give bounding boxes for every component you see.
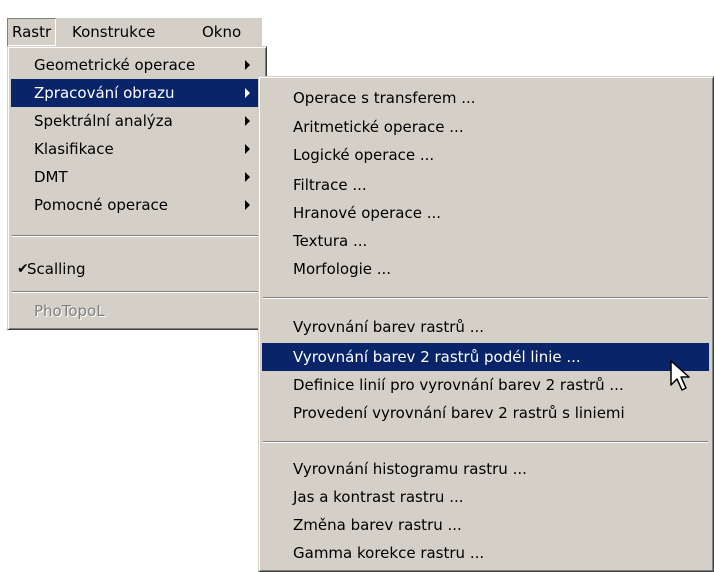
menu-item-label: Vyrovnání barev rastrů ... (293, 318, 484, 336)
submenu-arrow-icon (245, 144, 250, 154)
menu-separator (12, 291, 262, 293)
submenu-arrow-icon (245, 88, 250, 98)
menu-item-label: Morfologie ... (293, 260, 392, 278)
submenu-item-vyrovnani-histogramu[interactable]: Vyrovnání histogramu rastru ... (262, 455, 709, 483)
menu-item-label: Vyrovnání histogramu rastru ... (293, 460, 527, 478)
menu-item-label: Vyrovnání barev 2 rastrů podél linie ... (293, 348, 581, 366)
menu-item-photopol: PhoTopoL (11, 297, 263, 325)
menu-item-label: Logické operace ... (293, 146, 435, 164)
menu-bar: Rastr Konstrukce Okno (7, 18, 262, 46)
menu-item-label: Geometrické operace (34, 56, 196, 74)
menu-item-zpracovani-obrazu[interactable]: Zpracování obrazu (11, 79, 263, 107)
submenu-arrow-icon (245, 60, 250, 70)
submenu-item-morfologie[interactable]: Morfologie ... (262, 255, 709, 283)
submenu-item-definice-linii[interactable]: Definice linií pro vyrovnání barev 2 ras… (262, 371, 709, 399)
menu-item-label: Gamma korekce rastru ... (293, 544, 485, 562)
menu-item-spektralni-analyza[interactable]: Spektrální analýza (11, 107, 263, 135)
menu-item-label: Operace s transferem ... (293, 89, 476, 107)
menu-separator (12, 235, 262, 237)
submenu-item-provedeni-vyrovnani[interactable]: Provedení vyrovnání barev 2 rastrů s lin… (262, 399, 709, 427)
submenu-item-zmena-barev[interactable]: Změna barev rastru ... (262, 511, 709, 539)
menu-item-label: Filtrace ... (293, 176, 367, 194)
menu-separator (263, 441, 708, 443)
menu-item-klasifikace[interactable]: Klasifikace (11, 135, 263, 163)
submenu-item-jas-a-kontrast[interactable]: Jas a kontrast rastru ... (262, 483, 709, 511)
menu-item-label: Aritmetické operace ... (293, 118, 464, 136)
menu-item-label: PhoTopoL (34, 302, 105, 320)
menu-item-label: Provedení vyrovnání barev 2 rastrů s lin… (293, 404, 625, 422)
menu-item-label: Změna barev rastru ... (293, 516, 462, 534)
menu-konstrukce[interactable]: Konstrukce (67, 18, 160, 46)
menu-okno[interactable]: Okno (197, 18, 246, 46)
zpracovani-obrazu-submenu: Operace s transferem ... Aritmetické ope… (258, 76, 714, 572)
submenu-arrow-icon (245, 172, 250, 182)
menu-item-label: Klasifikace (34, 140, 114, 158)
submenu-item-vyrovnani-barev-rastru[interactable]: Vyrovnání barev rastrů ... (262, 313, 709, 341)
menu-separator (263, 297, 708, 299)
submenu-item-textura[interactable]: Textura ... (262, 227, 709, 255)
rastr-menu: Geometrické operace Zpracování obrazu Sp… (7, 46, 267, 330)
menu-item-label: Spektrální analýza (34, 112, 173, 130)
menu-item-dmt[interactable]: DMT (11, 163, 263, 191)
submenu-item-filtrace[interactable]: Filtrace ... (262, 171, 709, 199)
menu-item-label: Hranové operace ... (293, 204, 442, 222)
menu-item-label: DMT (34, 168, 68, 186)
submenu-item-vyrovnani-barev-2-rastru-podel-linie[interactable]: Vyrovnání barev 2 rastrů podél linie ... (262, 343, 709, 371)
submenu-item-logicke-operace[interactable]: Logické operace ... (262, 141, 709, 169)
menu-item-label: Jas a kontrast rastru ... (293, 488, 464, 506)
menu-rastr[interactable]: Rastr (7, 18, 56, 46)
menu-item-label: Textura ... (293, 232, 368, 250)
submenu-item-hranove-operace[interactable]: Hranové operace ... (262, 199, 709, 227)
menu-item-pomocne-operace[interactable]: Pomocné operace (11, 191, 263, 219)
submenu-arrow-icon (245, 200, 250, 210)
menu-item-label: Scalling (27, 260, 86, 278)
menu-item-label: Definice linií pro vyrovnání barev 2 ras… (293, 376, 624, 394)
submenu-item-aritmeticke-operace[interactable]: Aritmetické operace ... (262, 113, 709, 141)
menu-item-geometricke-operace[interactable]: Geometrické operace (11, 51, 263, 79)
menu-item-scalling[interactable]: ✔ Scalling (11, 255, 263, 283)
submenu-item-gamma-korekce[interactable]: Gamma korekce rastru ... (262, 539, 709, 567)
mouse-pointer-icon (670, 360, 690, 391)
menu-item-label: Zpracování obrazu (34, 84, 175, 102)
submenu-arrow-icon (245, 116, 250, 126)
menu-item-label: Pomocné operace (34, 196, 168, 214)
submenu-item-operace-s-transferem[interactable]: Operace s transferem ... (262, 84, 709, 112)
